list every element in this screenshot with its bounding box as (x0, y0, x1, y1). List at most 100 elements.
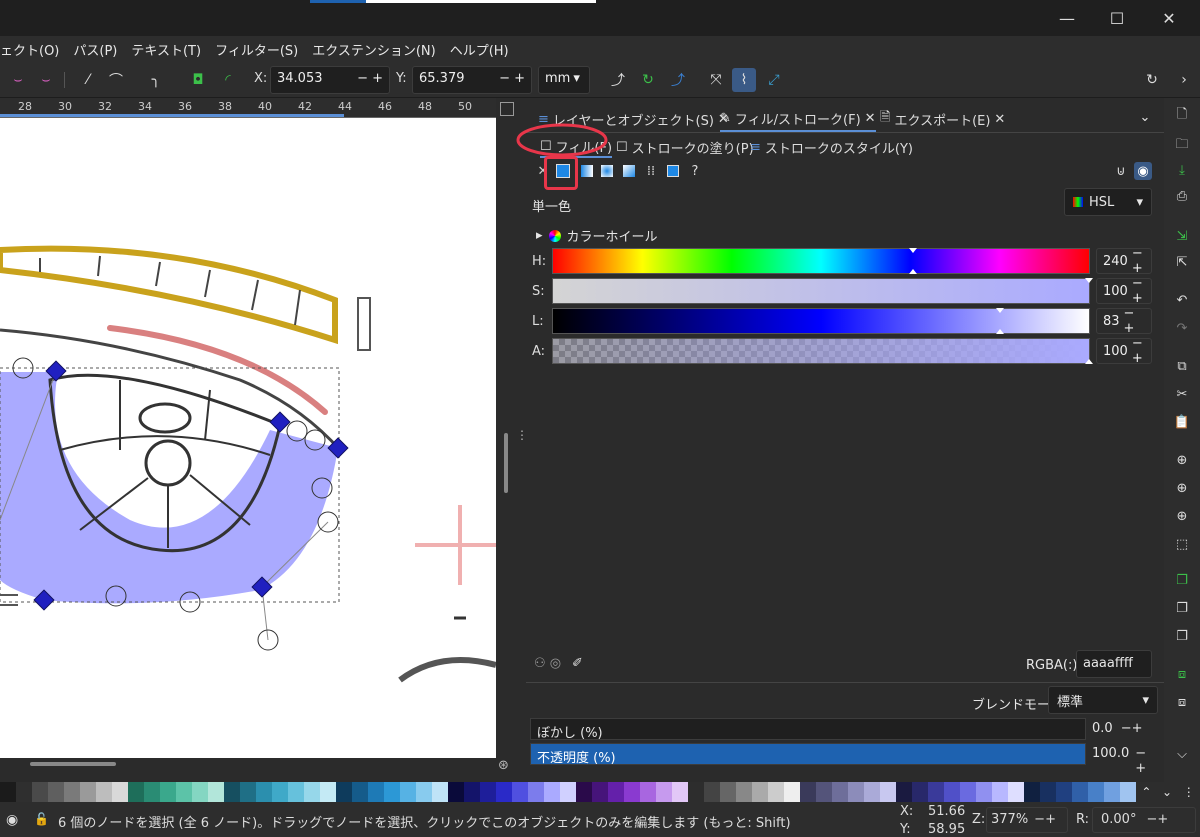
y-coordinate-input[interactable]: 65.379 − + (412, 66, 532, 94)
palette-swatch[interactable] (432, 782, 448, 802)
palette-swatch[interactable] (304, 782, 320, 802)
palette-swatch[interactable] (384, 782, 400, 802)
node-smooth-icon[interactable]: ⌣ (6, 68, 30, 92)
palette-swatch[interactable] (672, 782, 688, 802)
stepper-icon[interactable]: −+ (1146, 812, 1168, 828)
palette-swatch[interactable] (960, 782, 976, 802)
palette-swatch[interactable] (592, 782, 608, 802)
stepper-icon[interactable]: −+ (1124, 306, 1145, 336)
palette-swatch[interactable] (864, 782, 880, 802)
copy-icon[interactable]: ⧉ (1172, 356, 1192, 376)
palette-swatch[interactable] (1024, 782, 1040, 802)
palette-swatch[interactable] (720, 782, 736, 802)
object-to-path-icon[interactable]: ◘ (186, 68, 210, 92)
palette-swatch[interactable] (336, 782, 352, 802)
palette-swatch[interactable] (80, 782, 96, 802)
palette-swatch[interactable] (608, 782, 624, 802)
more-commands-icon[interactable]: ⌵ (1172, 744, 1192, 764)
show-handles-icon[interactable]: ⤴ (606, 68, 630, 92)
canvas-drawing[interactable] (0, 118, 496, 758)
eyedropper-icon[interactable]: ✐ (572, 656, 583, 671)
palette-swatch[interactable] (832, 782, 848, 802)
palette-swatch[interactable] (848, 782, 864, 802)
canvas-corner-icon[interactable] (500, 102, 514, 116)
palette-swatch[interactable] (464, 782, 480, 802)
palette-swatch[interactable] (784, 782, 800, 802)
palette-swatch[interactable] (512, 782, 528, 802)
opacity-input[interactable]: 100.0 −+ (1090, 743, 1158, 776)
palette-swatch[interactable] (256, 782, 272, 802)
transform-handles-icon[interactable]: ⤧ (704, 68, 728, 92)
palette-swatch[interactable] (560, 782, 576, 802)
zoom-page-width-icon[interactable]: ⬚ (1172, 534, 1192, 554)
toolbar-more-icon[interactable]: › (1172, 68, 1196, 92)
palette-swatch[interactable] (272, 782, 288, 802)
zoom-selection-icon[interactable]: ⊕ (1172, 450, 1192, 470)
stepper-icon[interactable]: −+ (1132, 276, 1145, 306)
export-icon[interactable]: ⇱ (1172, 252, 1192, 272)
chevron-down-icon[interactable]: ⌄ (1132, 106, 1158, 128)
node-symmetric-icon[interactable]: ⌣ (34, 68, 58, 92)
palette-swatch[interactable] (576, 782, 592, 802)
save-icon[interactable]: ⤓ (1172, 160, 1192, 180)
subtab-stroke-style[interactable]: ≡ ストロークのスタイル(Y) (750, 136, 913, 158)
stepper-icon[interactable]: −+ (1034, 812, 1056, 828)
palette-swatch[interactable] (928, 782, 944, 802)
alpha-input[interactable]: 100 −+ (1096, 336, 1152, 366)
color-manage-icon[interactable]: ⊛ (498, 758, 509, 773)
clone-icon[interactable]: ❐ (1172, 598, 1192, 618)
palette-swatch[interactable] (192, 782, 208, 802)
palette-swatch[interactable] (240, 782, 256, 802)
show-clip-icon[interactable]: ↻ (636, 68, 660, 92)
palette-swatch[interactable] (0, 782, 16, 802)
paste-icon[interactable]: 📋 (1172, 412, 1192, 432)
segment-curve-icon[interactable]: ⌒ (104, 68, 128, 92)
vertical-scrollbar[interactable]: ⋮ (496, 98, 528, 758)
palette-swatch[interactable] (624, 782, 640, 802)
palette-swatch[interactable] (1008, 782, 1024, 802)
mesh-gradient-icon[interactable] (620, 162, 638, 180)
menu-help[interactable]: ヘルプ(H) (450, 40, 509, 59)
fill-rule-evenodd-icon[interactable]: ⊍ (1112, 162, 1130, 180)
x-stepper-icon[interactable]: − + (357, 71, 383, 89)
palette-swatch[interactable] (944, 782, 960, 802)
stepper-icon[interactable]: −+ (1132, 246, 1145, 276)
unlink-clone-icon[interactable]: ❐ (1172, 626, 1192, 646)
group-icon[interactable]: ⧈ (1172, 664, 1192, 684)
palette-swatch[interactable] (1120, 782, 1136, 802)
cut-icon[interactable]: ✂ (1172, 384, 1192, 404)
radial-gradient-icon[interactable] (598, 162, 616, 180)
layer-visibility-icon[interactable]: ◉ (6, 812, 18, 828)
palette-swatch[interactable] (880, 782, 896, 802)
alpha-slider[interactable] (552, 338, 1093, 364)
palette-swatch[interactable] (176, 782, 192, 802)
undo-icon[interactable]: ↶ (1172, 290, 1192, 310)
show-outline-icon[interactable]: ⌇ (732, 68, 756, 92)
lightness-slider[interactable] (552, 308, 1090, 334)
palette-swatch[interactable] (64, 782, 80, 802)
unit-select[interactable]: mm ▾ (538, 66, 590, 94)
print-icon[interactable]: ⎙ (1172, 186, 1192, 206)
color-wheel-expander[interactable]: ▸ カラーホイール (536, 226, 658, 245)
palette-swatch[interactable] (480, 782, 496, 802)
palette-swatch[interactable] (320, 782, 336, 802)
import-icon[interactable]: ⇲ (1172, 226, 1192, 246)
duplicate-icon[interactable]: ❐ (1172, 570, 1192, 590)
palette-scroll-down-icon[interactable]: ⌄ (1162, 785, 1172, 799)
color-palette[interactable] (0, 782, 1200, 802)
saturation-slider[interactable] (552, 278, 1093, 304)
close-icon[interactable]: ✕ (865, 111, 876, 126)
path-effect-icon[interactable]: ⤢ (762, 68, 786, 92)
scroll-thumb[interactable] (504, 433, 508, 493)
stroke-to-path-icon[interactable]: ◜ (216, 68, 240, 92)
unset-paint-icon[interactable]: ? (686, 162, 704, 180)
tab-export[interactable]: 🗎 エクスポート(E) ✕ (880, 106, 1005, 132)
show-mask-icon[interactable]: ⤴ (666, 68, 690, 92)
palette-swatch[interactable] (816, 782, 832, 802)
blend-mode-select[interactable]: 標準 ▾ (1048, 686, 1158, 714)
menu-filter[interactable]: フィルター(S) (215, 40, 298, 59)
lightness-input[interactable]: 83 −+ (1096, 306, 1152, 336)
palette-swatch[interactable] (528, 782, 544, 802)
palette-swatch[interactable] (752, 782, 768, 802)
palette-swatch[interactable] (128, 782, 144, 802)
